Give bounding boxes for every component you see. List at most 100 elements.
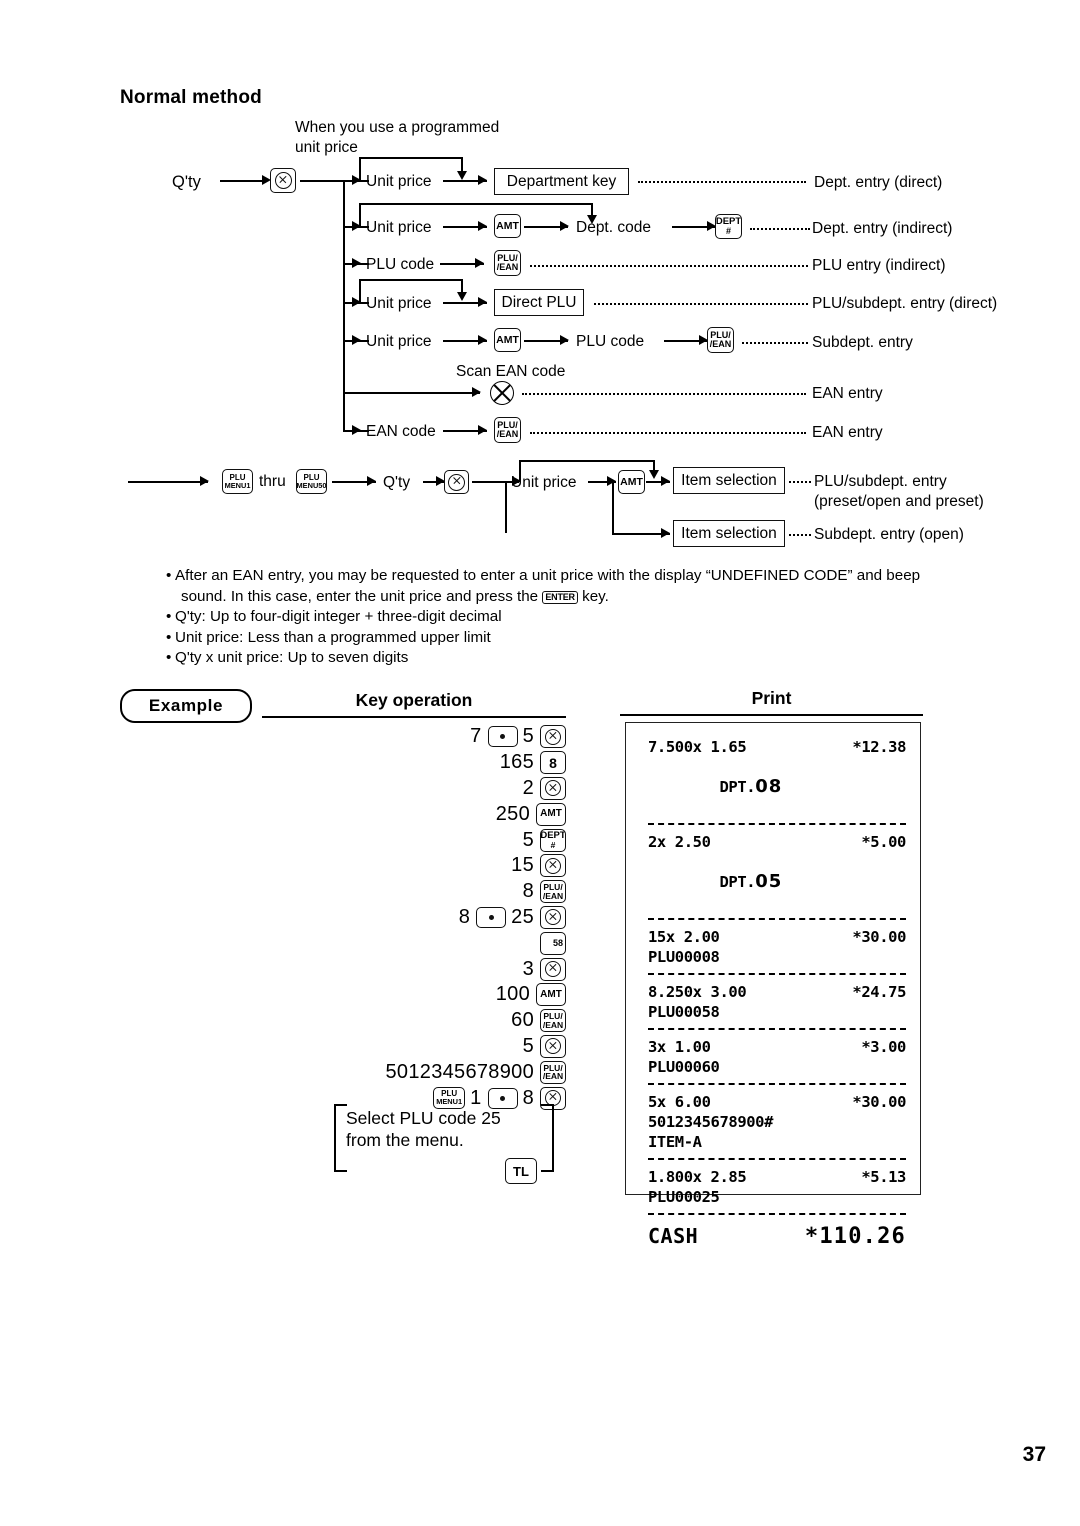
arrow-icon [352,258,361,268]
receipt-item-label: PLU00025 [648,1188,720,1206]
diagram-row-6-step: EAN code [366,423,436,440]
bypass-line [359,203,593,205]
key-decimal-point [476,906,507,928]
diagram-row-4-result: Subdept. entry [812,334,913,351]
notes-list: • After an EAN entry, you may be requeste… [166,566,1045,669]
note-item: • Q'ty: Up to four-digit integer + three-… [166,607,1045,628]
receipt-total-label: CASH [648,1224,699,1248]
multiply-icon [545,1038,561,1055]
key-multiply [540,854,566,878]
leader-dots [530,265,808,267]
decimal-dot-icon [500,1095,506,1101]
key-plu-ean: PLU/ /EAN [540,1009,566,1033]
key-direct-plu-58: 58 [540,931,566,955]
example-badge: Example [120,689,252,723]
receipt-separator [648,973,906,975]
receipt-amount: *30.00 [852,928,906,946]
receipt-qty-price: 15x 2.00 [648,928,720,946]
trunk-line [505,481,507,533]
diagram-row-5-result: EAN entry [812,385,883,402]
receipt-item-line: 1.800x 2.85 *5.13 [648,1167,906,1187]
key-amt-label: AMT [496,219,519,232]
diagram-row-1-step2: Dept. code [576,219,651,236]
diagram-row-2-result: PLU entry (indirect) [812,257,946,274]
receipt-separator [648,823,906,825]
note-line-2: unit price [295,139,358,157]
decimal-dot-icon [488,914,494,920]
diagram-start-label: Q'ty [172,173,201,191]
flow-diagram: When you use a programmed unit price Q't… [0,0,1080,560]
key-plu-menu50: PLU MENU50 [296,469,327,494]
receipt-separator [648,1158,906,1160]
diagram-row-4-step2: PLU code [576,333,645,350]
key-label: AMT [540,988,562,1000]
key-num: 5 [522,828,534,851]
box-item-selection: Item selection [673,467,785,494]
connector [472,481,506,483]
box-department-key: Department key [494,168,629,195]
key-operation-row: 15 [262,853,566,879]
connector [220,180,264,182]
branch-line [612,481,614,533]
key-plu-ean: PLU/ /EAN [540,1060,566,1084]
key-total: TL [505,1158,537,1184]
key-operation-row: 250 AMT [262,801,566,827]
leader-dots [789,534,811,536]
key-num: 60 [511,1009,534,1032]
page-number: 37 [1022,1443,1046,1466]
note-item: • Q'ty x unit price: Up to seven digits [166,648,1045,669]
key-operation-row: 100 AMT [262,982,566,1008]
receipt-qty-price: 2x 2.50 [648,833,711,851]
key-plu-ean: PLU/ /EAN [540,880,566,904]
key-label-bottom: /EAN [542,1071,564,1082]
receipt-total-row: CASH *110.26 [648,1224,906,1249]
key-num2: 25 [511,905,534,928]
receipt-item-label: PLU00060 [648,1058,720,1076]
connector [128,481,208,483]
key-multiply [540,957,566,981]
diagram-row-6-result: EAN entry [812,424,883,441]
key-plu-ean: PLU/ /EAN [707,327,734,353]
key-decimal-point [487,726,518,748]
note-text: key. [582,587,609,605]
arrow-icon [472,387,481,397]
key-operation-row: 58 [262,930,566,956]
key-multiply [540,776,566,800]
key-num: 5012345678900 [385,1060,534,1083]
menu-result-1b: (preset/open and preset) [814,493,984,510]
note-item: sound. In this case, enter the unit pric… [175,587,1045,608]
key-plu-ean: PLU/ /EAN [494,417,521,443]
print-title: Print [751,688,792,708]
key-label: 58 [552,937,563,948]
key-operation-row: 60 PLU/ /EAN [262,1008,566,1034]
key-plu-label-bottom: /EAN [496,262,519,272]
arrow-icon [560,335,569,345]
receipt-label-num: 05 [755,871,783,892]
receipt-qty-price: 3x 1.00 [648,1038,711,1056]
key-plu-menu1: PLU MENU1 [222,469,253,494]
receipt-item-label: PLU00058 [648,1003,720,1021]
key-amt-label: AMT [496,333,519,346]
menu-unit-price-label: Unit price [511,474,577,491]
note-scan-ean-code: Scan EAN code [456,363,566,380]
multiply-icon [545,728,561,745]
key-label-bottom: /EAN [542,1019,564,1030]
multiply-icon [545,857,561,874]
multiply-icon [545,780,561,797]
key-num2: 5 [522,725,534,748]
key-num: 100 [495,983,530,1006]
receipt-qty-price: 1.800x 2.85 [648,1168,747,1186]
receipt-item-line: 3x 1.00 *3.00 [648,1037,906,1057]
arrow-icon [367,476,376,486]
leader-dots [750,228,810,230]
bullet-icon: • [166,608,172,626]
key-label-bottom: /EAN [542,890,564,901]
note-text: Q'ty: Up to four-digit integer + three-d… [175,608,502,626]
key-label: 8 [549,754,557,771]
key-amt-label: AMT [620,475,643,488]
receipt-label-num: 08 [755,776,783,797]
arrow-icon [352,335,361,345]
key-enter: ENTER [542,590,578,604]
bullet-icon: • [166,628,172,646]
key-operation-row: 8 25 [262,905,566,931]
